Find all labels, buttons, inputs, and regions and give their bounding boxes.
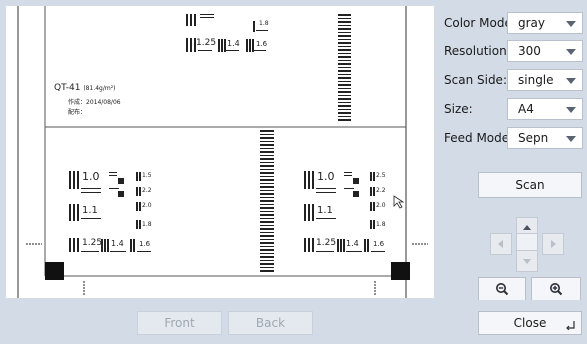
doc-date: 作成：2014/08/06: [68, 99, 121, 106]
scan-button[interactable]: Scan: [478, 172, 582, 198]
doc-title-text: QT-41: [54, 83, 81, 93]
zoom-in-button[interactable]: [531, 277, 581, 301]
arrow-left-icon: [498, 240, 503, 248]
feed-mode-label: Feed Mode:: [444, 131, 514, 145]
test-label: 1.25: [316, 238, 337, 248]
resolution-label: Resolution:: [444, 44, 511, 58]
test-label-small: 2.0: [142, 202, 152, 209]
color-mode-value: gray: [518, 16, 546, 30]
color-mode-label: Color Mode:: [444, 16, 516, 30]
test-label: 1.8: [259, 20, 269, 27]
pan-right-button[interactable]: [542, 233, 564, 255]
test-label-small: 2.2: [376, 187, 386, 194]
scan-side-label: Scan Side:: [444, 73, 507, 87]
arrow-right-icon: [551, 240, 556, 248]
size-label: Size:: [444, 102, 473, 116]
size-select[interactable]: A4: [507, 98, 583, 120]
test-label: 1.6: [373, 240, 385, 248]
enter-key-icon: [566, 321, 575, 330]
back-button[interactable]: Back: [228, 311, 313, 335]
test-label: 1.4: [111, 239, 124, 248]
color-mode-select[interactable]: gray: [507, 12, 583, 34]
test-label-small: 2.0: [376, 202, 386, 209]
resolution-value: 300: [518, 44, 541, 58]
test-label: 1.1: [82, 205, 98, 216]
test-label-small: 2.2: [142, 187, 152, 194]
test-label: 1.6: [139, 240, 151, 248]
chevron-down-icon: [566, 136, 576, 142]
chevron-down-icon: [566, 78, 576, 84]
test-label-small: 1.5: [142, 172, 152, 179]
test-label: 1.4: [346, 239, 359, 248]
test-label: 1.0: [82, 170, 100, 183]
test-label: 1.4: [227, 39, 240, 48]
doc-title: QT-41 (81.4g/m²): [54, 83, 115, 93]
size-value: A4: [518, 102, 534, 116]
zoom-out-icon: [496, 283, 509, 296]
test-label: 1.25: [196, 38, 217, 48]
test-label: 1.8: [142, 221, 152, 228]
chevron-down-icon: [566, 49, 576, 55]
test-label: 1.6: [256, 40, 268, 48]
scan-side-value: single: [518, 73, 554, 87]
arrow-up-icon: [523, 225, 531, 230]
test-label: 1.25: [82, 238, 103, 248]
zoom-out-button[interactable]: [478, 277, 526, 301]
front-button[interactable]: Front: [137, 311, 222, 335]
preview-drawing: [17, 6, 428, 298]
chevron-down-icon: [566, 107, 576, 113]
test-label: 1.1: [317, 205, 333, 216]
doc-dist: 配布：: [68, 109, 87, 116]
scan-side-select[interactable]: single: [507, 69, 583, 91]
arrow-down-icon: [523, 259, 531, 264]
feed-mode-select[interactable]: Sepn: [507, 127, 583, 149]
close-button-label: Close: [513, 316, 547, 330]
close-button[interactable]: Close: [478, 311, 582, 335]
bottom-toolbar: Front Back Close: [0, 300, 587, 344]
test-label-small: 2.5: [376, 172, 386, 179]
chevron-down-icon: [566, 21, 576, 27]
zoom-in-icon: [550, 283, 563, 296]
settings-panel: Color Mode: gray Resolution: 300 Scan Si…: [434, 6, 587, 308]
doc-weight: (81.4g/m²): [83, 85, 116, 92]
resolution-select[interactable]: 300: [507, 40, 583, 62]
pan-left-button[interactable]: [490, 233, 512, 255]
scan-preview: QT-41 (81.4g/m²) 作成：2014/08/06 配布： 1.8 1…: [6, 6, 434, 298]
test-label: 1.8: [376, 221, 386, 228]
pan-down-button[interactable]: [516, 250, 538, 272]
feed-mode-value: Sepn: [518, 131, 549, 145]
test-label: 1.0: [317, 170, 335, 183]
